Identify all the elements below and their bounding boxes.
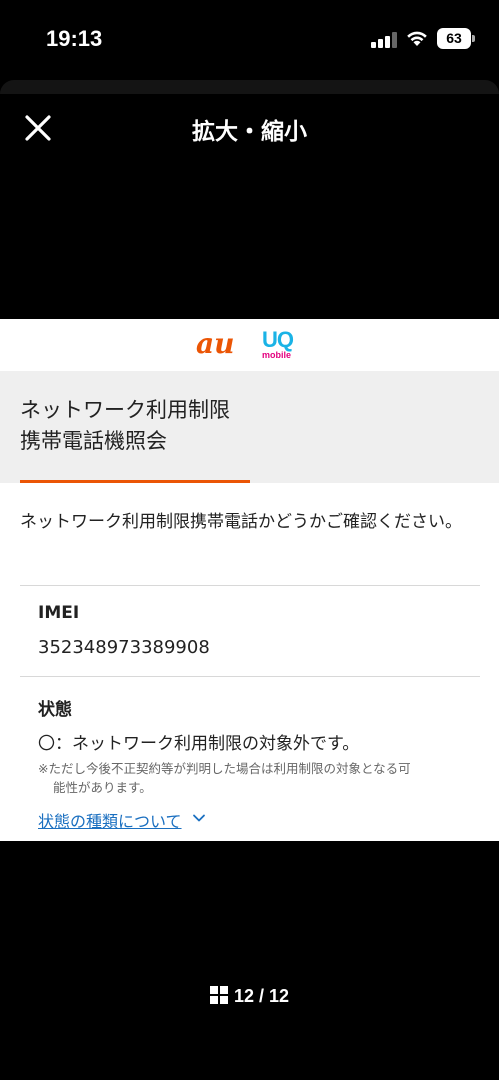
imei-label: IMEI [38,603,80,623]
document-title-line2: 携帯電話機照会 [20,429,167,453]
page-title: 拡大・縮小 [192,119,307,145]
battery-level: 63 [437,28,471,49]
document-title-line1: ネットワーク利用制限 [20,398,230,422]
status-value: 〇：ネットワーク利用制限の対象外です。 [38,734,360,754]
au-logo: au [196,327,235,360]
status-note-line1: ※ただし今後不正契約等が判明した場合は利用制限の対象となる可 [38,761,411,776]
logo-bar: au UQ mobile [0,319,499,371]
grid-icon[interactable] [209,986,228,1004]
divider [20,676,480,677]
page-count: 12 / 12 [233,986,290,1006]
divider [20,585,480,586]
status-note: ※ただし今後不正契約等が判明した場合は利用制限の対象となる可 能性があります。 [38,759,478,797]
title-underline [20,480,250,483]
uq-mobile-logo: UQ mobile [262,327,294,360]
sheet-edge [0,80,499,94]
intro-text: ネットワーク利用制限携帯電話かどうかご確認ください。 [20,512,462,532]
battery-icon: 63 [437,28,475,49]
status-time: 19:13 [46,26,103,51]
chevron-down-icon[interactable] [192,811,206,825]
document-image[interactable]: au UQ mobile ネットワーク利用制限 携帯電話機照会 ネットワーク利用… [0,319,499,841]
page-indicator[interactable]: 12 / 12 [0,986,499,1007]
status-label: 状態 [38,700,72,720]
wifi-icon [407,31,427,46]
signal-icon [371,32,397,48]
status-note-line2: 能性があります。 [53,780,152,795]
document-title-block: ネットワーク利用制限 携帯電話機照会 [0,371,499,483]
status-bar: 19:13 63 [0,0,499,80]
status-types-link[interactable]: 状態の種類について [38,808,182,832]
imei-value: 352348973389908 [38,637,210,658]
